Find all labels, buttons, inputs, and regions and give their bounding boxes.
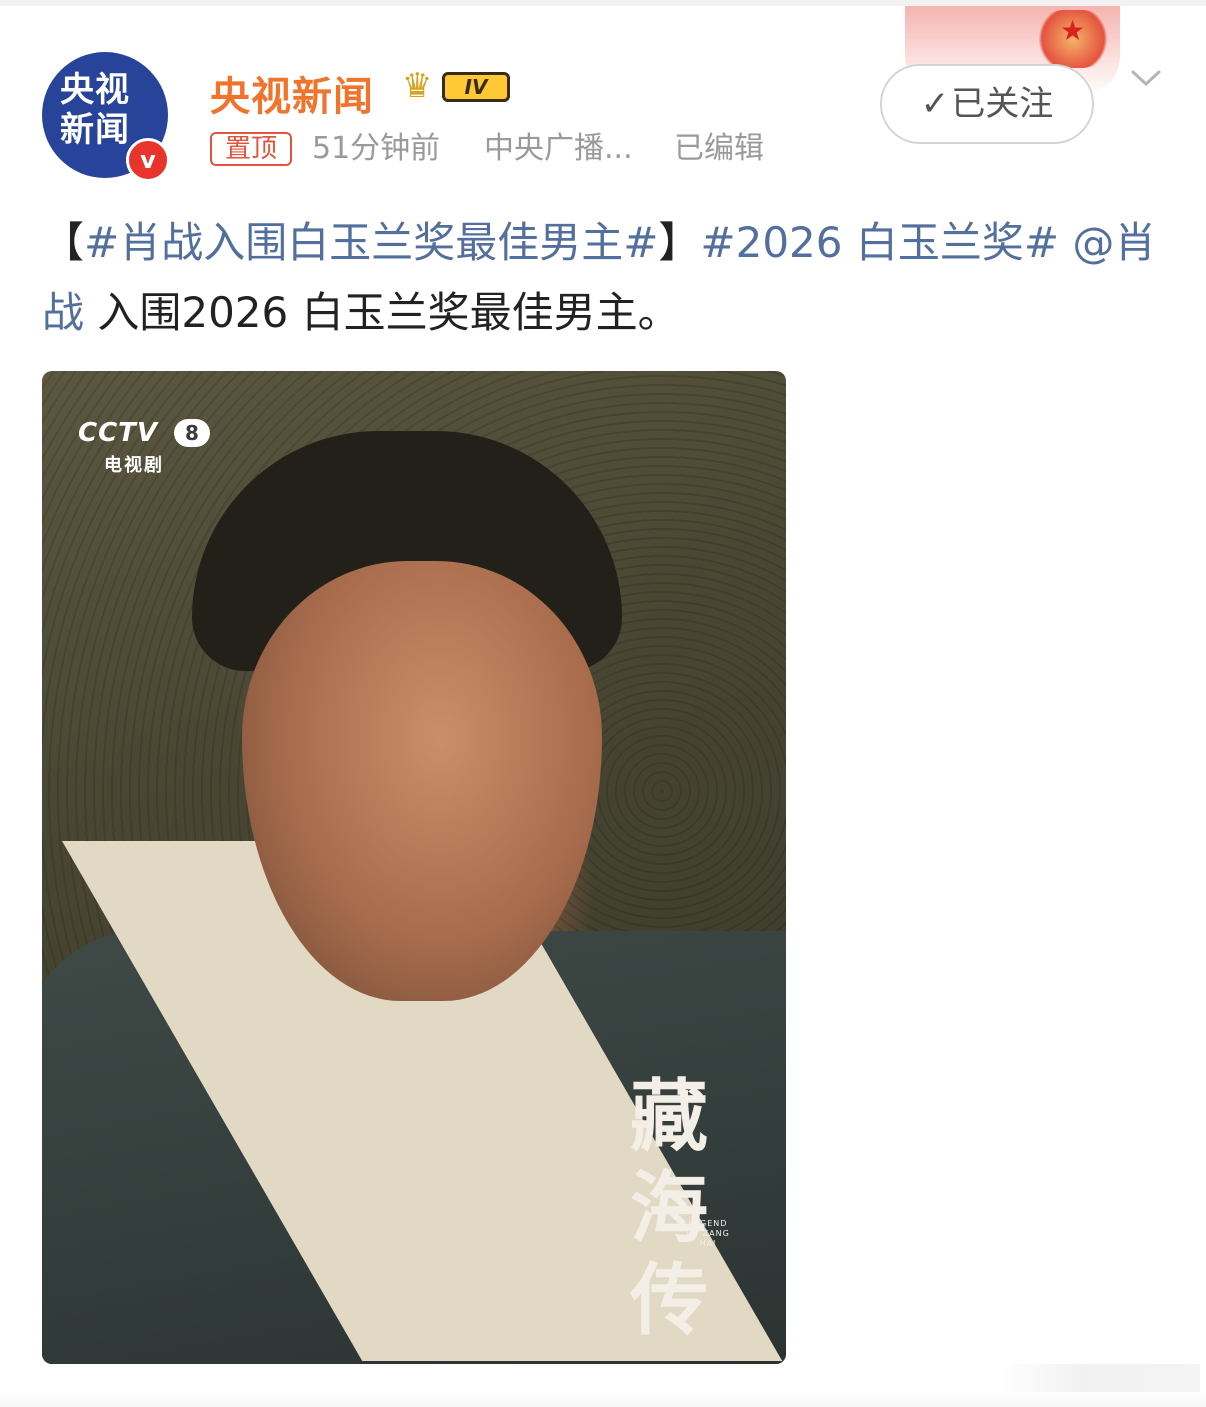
username[interactable]: 央视新闻 (210, 64, 374, 122)
check-icon: ✓ (920, 84, 950, 124)
bottom-fade (1000, 1364, 1200, 1392)
cctv-channel-number: 8 (174, 419, 210, 447)
edited-label[interactable]: 已编辑 (674, 132, 764, 166)
post-time: 51分钟前 (312, 131, 441, 166)
chevron-down-icon[interactable] (1130, 62, 1162, 94)
poster-title: 藏 海 传 (614, 1071, 724, 1347)
topic-link-magnolia-award[interactable]: #2026 白玉兰奖# (700, 218, 1059, 267)
post-body: 入围2026 白玉兰奖最佳男主。 (84, 288, 680, 337)
poster-title-english: LEGEND OF ZANG HAI (686, 1219, 730, 1248)
cctv-channel-sub: 电视剧 (104, 455, 164, 476)
star-icon: ★ (1060, 14, 1086, 47)
bracket-open: 【 (42, 218, 85, 267)
bracket-close: 】 (658, 218, 701, 267)
poster-title-char: 传 (629, 1255, 708, 1346)
follow-button[interactable]: ✓已关注 (880, 64, 1094, 144)
verified-badge-icon: v (126, 138, 170, 182)
post-image[interactable]: CCTV 8 电视剧 藏 海 传 LEGEND OF ZANG HAI (42, 371, 786, 1364)
vip-badge[interactable]: ♛ IV (402, 66, 514, 106)
topic-link-xiaozhan-nomination[interactable]: #肖战入围白玉兰奖最佳男主# (84, 218, 658, 267)
post-text: 【#肖战入围白玉兰奖最佳男主#】#2026 白玉兰奖# @肖战 入围2026 白… (42, 208, 1172, 348)
vip-level-label: IV (442, 72, 510, 102)
post-source[interactable]: 中央广播... (484, 132, 633, 166)
pinned-badge: 置顶 (210, 132, 292, 166)
poster-face (242, 561, 602, 1001)
bottom-shadow (0, 1392, 1206, 1407)
follow-label: 已关注 (951, 84, 1054, 124)
poster-title-char: 藏 (629, 1071, 708, 1162)
cctv-logo: CCTV 8 电视剧 (78, 417, 218, 477)
